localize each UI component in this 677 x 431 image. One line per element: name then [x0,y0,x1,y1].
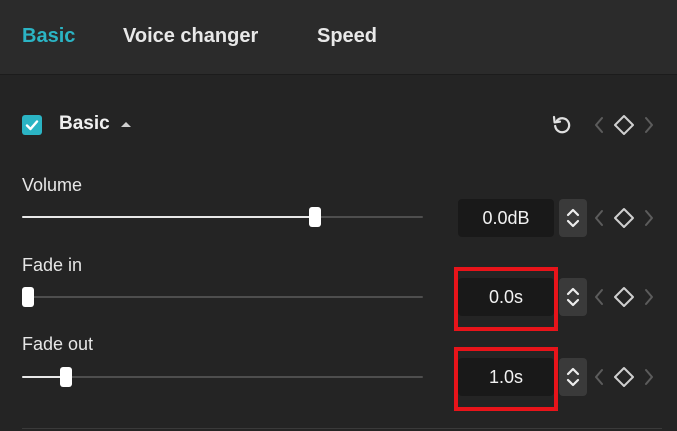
volume-slider-fill [22,216,315,218]
volume-slider[interactable] [22,207,423,227]
basic-section-header: Basic [22,112,662,138]
volume-slider-knob[interactable] [309,207,321,227]
fade-in-highlight-box [454,267,558,331]
volume-value-field[interactable]: 0.0dB [458,199,554,237]
keyframe-diamond-icon [614,367,634,387]
volume-label: Volume [22,175,83,195]
caret-up-icon[interactable] [121,122,131,127]
tab-speed[interactable]: Speed [317,25,377,48]
checkmark-icon [25,120,39,131]
chevron-left-icon [595,117,603,133]
up-down-stepper-icon [566,287,580,307]
fade-in-slider-knob[interactable] [22,287,34,307]
fade-out-highlight-box [454,347,558,411]
section-title[interactable]: Basic [59,113,110,135]
keyframe-diamond-icon [614,115,634,135]
chevron-left-icon [595,369,603,385]
tab-basic[interactable]: Basic [22,25,75,48]
basic-section-checkbox[interactable] [22,115,42,135]
fade-out-keyframe-controls [594,365,654,389]
volume-keyframe-controls [594,206,654,230]
keyframe-diamond-icon [614,287,634,307]
chevron-right-icon [645,210,653,226]
up-down-stepper-icon [566,367,580,387]
keyframe-diamond-icon [614,208,634,228]
chevron-right-icon [645,369,653,385]
chevron-right-icon [645,117,653,133]
tab-bar: Basic Voice changer Speed [0,0,677,75]
fade-out-label: Fade out [22,334,94,354]
keyframe-controls [594,113,654,137]
fade-in-label: Fade in [22,255,83,275]
fade-out-slider[interactable] [22,367,423,387]
chevron-left-icon [595,289,603,305]
volume-stepper[interactable] [559,199,587,237]
fade-out-slider-knob[interactable] [60,367,72,387]
fade-out-stepper[interactable] [559,358,587,396]
up-down-stepper-icon [566,208,580,228]
chevron-right-icon [645,289,653,305]
section-divider [22,428,662,429]
chevron-left-icon [595,210,603,226]
fade-in-stepper[interactable] [559,278,587,316]
reset-icon[interactable] [551,114,573,136]
fade-in-keyframe-controls [594,285,654,309]
tab-voice-changer[interactable]: Voice changer [123,25,258,48]
fade-in-slider[interactable] [22,287,423,307]
